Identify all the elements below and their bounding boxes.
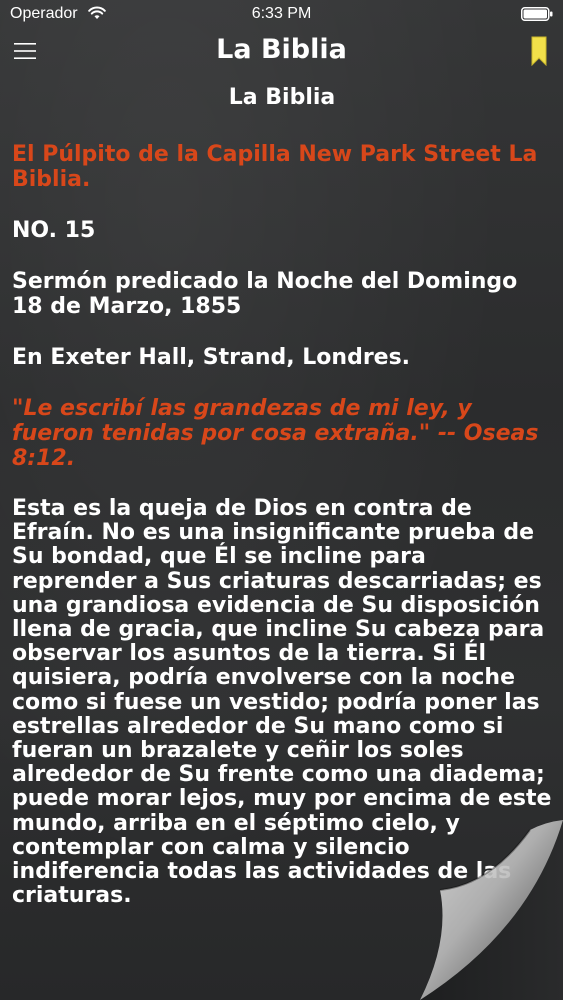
sermon-heading: El Púlpito de la Capilla New Park Street… xyxy=(12,142,538,192)
nav-title: La Biblia xyxy=(216,34,347,65)
sermon-number: NO. 15 xyxy=(12,218,96,243)
status-bar: Operador 6:33 PM xyxy=(0,0,563,30)
document-title: La Biblia xyxy=(228,85,336,110)
sermon-info: Sermón predicado la Noche del Domingo 18… xyxy=(12,269,518,319)
scripture-verse: "Le escribí las grandezas de mi ley, y f… xyxy=(12,396,539,471)
page-curl-icon[interactable] xyxy=(380,790,563,1000)
sermon-location: En Exeter Hall, Strand, Londres. xyxy=(12,345,411,370)
bookmark-icon[interactable] xyxy=(531,36,547,66)
battery-icon xyxy=(521,7,553,21)
reading-content: La Biblia El Púlpito de la Capilla New P… xyxy=(12,84,552,908)
navigation-bar: La Biblia xyxy=(0,30,563,76)
status-time: 6:33 PM xyxy=(251,5,312,22)
reader-screen: Operador 6:33 PM La Biblia La Biblia El … xyxy=(0,0,563,1000)
